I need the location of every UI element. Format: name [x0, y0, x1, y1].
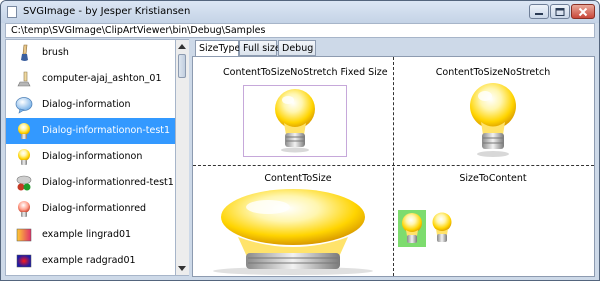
bulb-image	[275, 89, 315, 153]
cell-title: ContentToSizeNoStretch	[435, 67, 551, 78]
bulb-red-icon	[16, 175, 32, 191]
bubble-icon	[15, 97, 33, 114]
list-item[interactable]: brush	[6, 40, 175, 66]
cell-title: SizeToContent	[459, 173, 527, 184]
bulb-image	[470, 83, 516, 157]
list-item-label: computer-ajaj_ashton_01	[42, 73, 162, 84]
scroll-down-icon[interactable]	[178, 266, 186, 271]
cell-divider	[393, 57, 394, 276]
file-list[interactable]: brush computer-ajaj_ashton_01 Dialog-inf…	[5, 39, 176, 276]
minimize-icon	[535, 12, 543, 15]
list-item-label: example radgrad01	[42, 255, 136, 266]
bulb-image	[402, 213, 422, 243]
tab-full-size[interactable]: Full size	[239, 40, 281, 56]
title-bar[interactable]: SVGImage - by Jesper Kristiansen	[1, 1, 599, 23]
preview-panel: ContentToSizeNoStretch Fixed Size Conten…	[192, 56, 595, 277]
list-item[interactable]: Dialog-information	[6, 92, 175, 118]
gradient-icon	[16, 228, 32, 242]
path-text: C:\temp\SVGImage\ClipArtViewer\bin\Debug…	[11, 25, 266, 36]
list-item-label: example lingrad01	[42, 229, 132, 240]
bulb-image	[213, 189, 373, 275]
list-item-label: Dialog-information	[42, 99, 131, 110]
close-button[interactable]	[571, 4, 595, 19]
list-item-label: Dialog-informationon	[42, 151, 143, 162]
list-item[interactable]: Dialog-informationon	[6, 144, 175, 170]
size-to-content-highlight	[398, 210, 426, 247]
bulb-icon	[18, 149, 30, 165]
gradient-icon	[16, 254, 32, 268]
path-field[interactable]: C:\temp\SVGImage\ClipArtViewer\bin\Debug…	[5, 23, 595, 38]
bulb-icon	[18, 123, 30, 139]
scroll-thumb[interactable]	[178, 54, 186, 78]
brush-icon	[21, 44, 28, 61]
list-item[interactable]: Dialog-informationred	[6, 196, 175, 222]
list-item-label: Dialog-informationred	[42, 203, 147, 214]
list-item-label: Dialog-informationred-test1	[42, 177, 174, 188]
app-window: SVGImage - by Jesper Kristiansen C:\temp…	[0, 0, 600, 281]
list-item[interactable]: Dialog-informationred-test1	[6, 170, 175, 196]
list-item[interactable]: Dialog-informationon-test1	[6, 118, 175, 144]
computer-icon	[17, 71, 31, 87]
window-title: SVGImage - by Jesper Kristiansen	[23, 6, 191, 17]
tab-sizetype[interactable]: SizeType	[195, 40, 240, 57]
maximize-button[interactable]	[550, 4, 570, 19]
list-scrollbar[interactable]	[176, 39, 189, 276]
close-icon	[578, 7, 588, 16]
app-icon	[7, 6, 17, 18]
bulb-red-icon	[18, 201, 30, 217]
bulb-image	[432, 212, 452, 242]
list-item[interactable]: example radgrad01	[6, 248, 175, 274]
tab-debug[interactable]: Debug	[278, 40, 316, 56]
list-item[interactable]: computer-ajaj_ashton_01	[6, 66, 175, 92]
cell-title: ContentToSizeNoStretch Fixed Size	[223, 67, 388, 78]
list-item-label: brush	[42, 47, 69, 58]
list-item[interactable]: example lingrad01	[6, 222, 175, 248]
list-item-label: Dialog-informationon-test1	[42, 125, 171, 136]
cell-title: ContentToSize	[264, 173, 332, 184]
maximize-icon	[555, 7, 565, 16]
minimize-button[interactable]	[529, 4, 549, 19]
cell-divider	[193, 165, 594, 166]
scroll-up-icon[interactable]	[178, 44, 186, 49]
